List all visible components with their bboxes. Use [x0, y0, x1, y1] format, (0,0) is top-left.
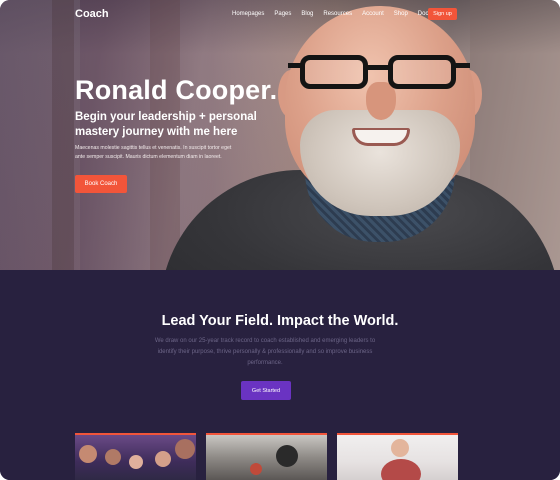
card-photo-figure [391, 439, 409, 457]
nav-item-shop[interactable]: Shop [394, 11, 408, 17]
glasses-temple [454, 63, 470, 68]
hero-description: Maecenas molestie sagittis tellus et ven… [75, 145, 232, 160]
nav-item-blog[interactable]: Blog [301, 11, 313, 17]
card-photo-figure [381, 459, 421, 480]
feature-cards [75, 433, 458, 480]
card-photo-figure [79, 445, 97, 463]
card-photo-figure [129, 455, 143, 469]
portrait-glasses [288, 55, 470, 91]
signup-button[interactable]: Sign up [428, 8, 457, 20]
get-started-button[interactable]: Get Started [241, 381, 291, 400]
nav-item-account[interactable]: Account [362, 11, 384, 17]
nav-item-homepages[interactable]: Homepages [232, 11, 264, 17]
glasses-lens [388, 55, 456, 89]
glasses-bridge [366, 65, 390, 70]
hero-subtitle: Begin your leadership + personal mastery… [75, 111, 257, 138]
card-photo-figure [250, 463, 262, 475]
feature-card-image[interactable] [206, 433, 327, 480]
intro-section: Lead Your Field. Impact the World. We dr… [0, 270, 560, 480]
portrait-smile [352, 128, 410, 146]
hero-section: Coach Homepages Pages Blog Resources Acc… [0, 0, 560, 270]
card-photo-figure [105, 449, 121, 465]
nav-item-pages[interactable]: Pages [274, 11, 291, 17]
hero-title: Ronald Cooper. [75, 75, 278, 105]
feature-card-image[interactable] [75, 433, 196, 480]
book-coach-button[interactable]: Book Coach [75, 175, 127, 193]
site-logo[interactable]: Coach [75, 8, 109, 20]
card-photo-figure [155, 451, 171, 467]
section-title: Lead Your Field. Impact the World. [161, 313, 399, 329]
nav-menu: Homepages Pages Blog Resources Account S… [232, 11, 441, 17]
landing-page: Coach Homepages Pages Blog Resources Acc… [0, 0, 560, 480]
card-photo-figure [276, 445, 298, 467]
section-description: We draw on our 25-year track record to c… [154, 338, 376, 366]
glasses-lens [300, 55, 368, 89]
feature-card-image[interactable] [337, 433, 458, 480]
nav-item-resources[interactable]: Resources [323, 11, 352, 17]
top-navigation: Coach Homepages Pages Blog Resources Acc… [0, 0, 560, 30]
card-photo-figure [175, 439, 195, 459]
